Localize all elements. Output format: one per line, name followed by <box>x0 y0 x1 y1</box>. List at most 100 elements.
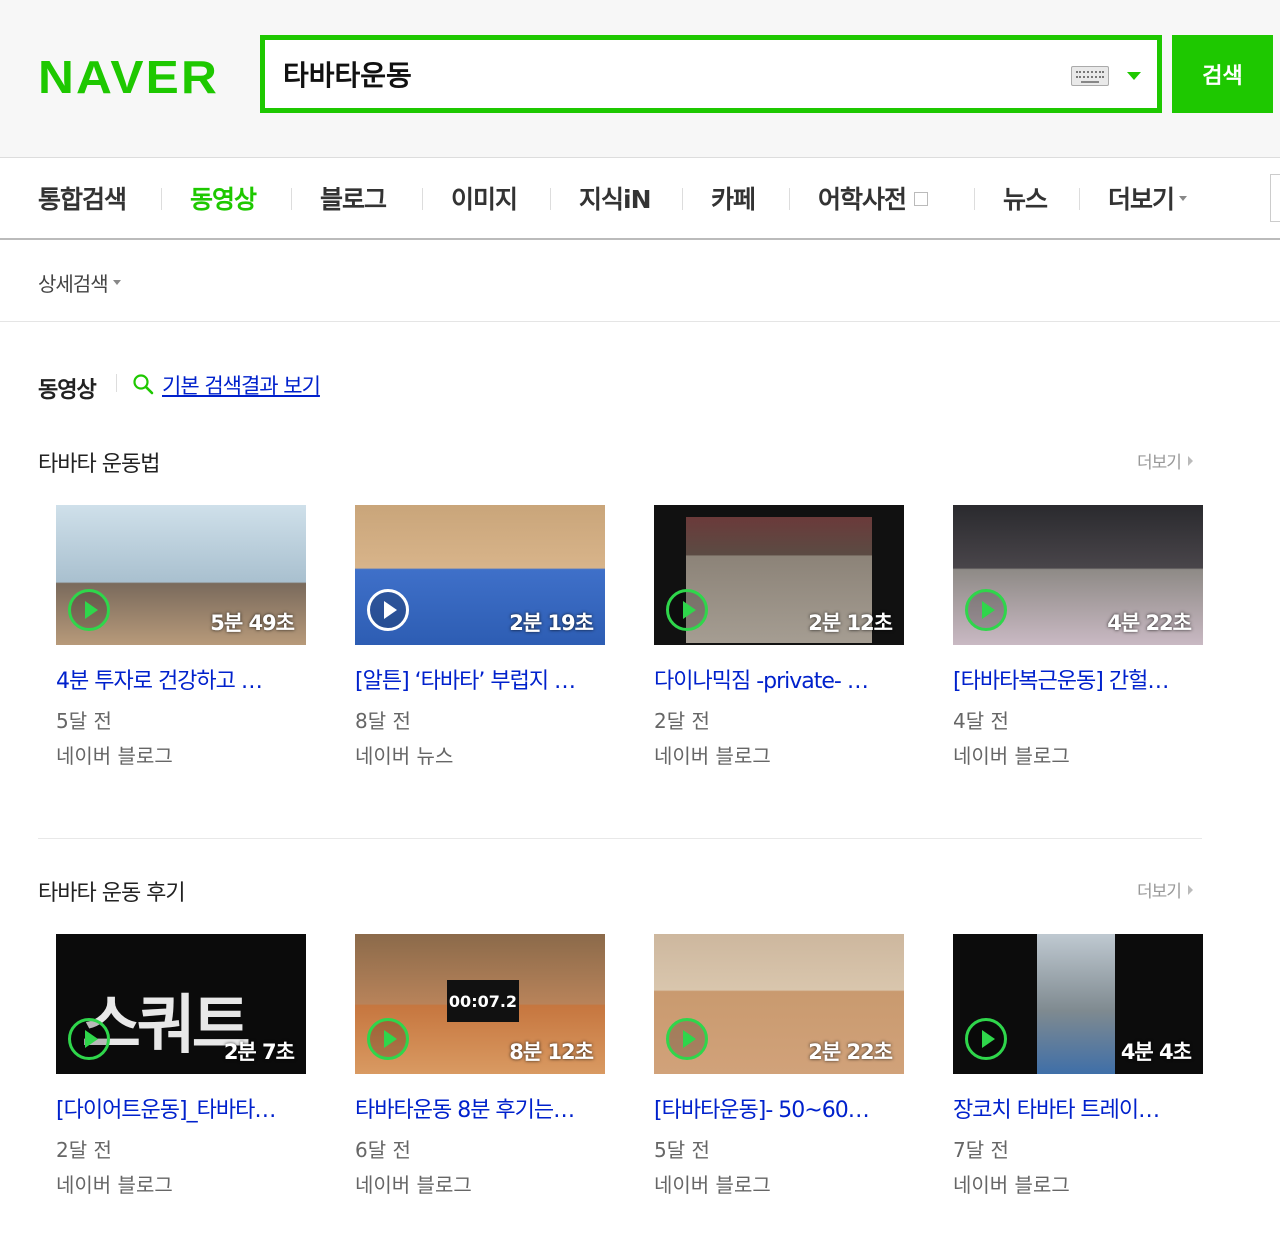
video-title[interactable]: [알튼] ‘타바타’ 부럽지 … <box>355 663 605 695</box>
video-thumbnail[interactable]: 5분 49초 <box>56 505 306 645</box>
tab-divider <box>550 188 551 210</box>
section-divider <box>116 374 117 392</box>
tab-dictionary[interactable]: 어학사전 <box>818 180 929 216</box>
video-card[interactable]: 00:07.2 8분 12초 타바타운동 8분 후기는… 6달 전 네이버 블로… <box>355 934 605 1197</box>
section-title: 동영상 <box>38 378 97 403</box>
search-input[interactable] <box>283 54 1043 94</box>
search-icon <box>133 374 154 395</box>
arrow-right-icon <box>1187 456 1193 466</box>
tab-video[interactable]: 동영상 <box>190 180 257 216</box>
video-thumbnail[interactable]: 4분 4초 <box>953 934 1203 1074</box>
video-title[interactable]: 다이나믹짐 -private- … <box>654 663 904 695</box>
detail-search-label: 상세검색 <box>38 272 109 296</box>
caret-down-icon <box>112 280 121 285</box>
duration-badge: 5분 49초 <box>210 611 295 635</box>
video-thumbnail[interactable]: 2분 22초 <box>654 934 904 1074</box>
play-icon[interactable] <box>68 1018 110 1060</box>
video-card[interactable]: 스쿼트 2분 7초 [다이어트운동]_타바타… 2달 전 네이버 블로그 <box>56 934 306 1197</box>
tab-more[interactable]: 더보기 <box>1108 180 1188 216</box>
detail-search-toggle[interactable]: 상세검색 <box>38 268 121 297</box>
video-source: 네이버 블로그 <box>56 744 173 768</box>
duration-badge: 4분 4초 <box>1120 1040 1192 1064</box>
checkbox-icon <box>914 192 929 206</box>
search-box <box>260 35 1162 113</box>
more-link[interactable]: 더보기 <box>1137 448 1193 473</box>
tab-divider <box>974 188 975 210</box>
tab-image[interactable]: 이미지 <box>451 180 518 216</box>
video-age: 5달 전 <box>56 709 112 733</box>
video-thumbnail[interactable]: 스쿼트 2분 7초 <box>56 934 306 1074</box>
video-thumbnail[interactable]: 4분 22초 <box>953 505 1203 645</box>
thumbnail-caption: 스쿼트 <box>82 989 251 1063</box>
play-icon[interactable] <box>666 589 708 631</box>
duration-badge: 2분 22초 <box>808 1040 893 1064</box>
arrow-right-icon <box>1187 885 1193 895</box>
video-source: 네이버 블로그 <box>654 1173 771 1197</box>
video-title[interactable]: [다이어트운동]_타바타… <box>56 1092 306 1124</box>
video-age: 4달 전 <box>953 709 1009 733</box>
duration-badge: 2분 19초 <box>509 611 594 635</box>
video-card[interactable]: 2분 12초 다이나믹짐 -private- … 2달 전 네이버 블로그 <box>654 505 904 768</box>
tab-integrated[interactable]: 통합검색 <box>38 180 127 216</box>
tab-divider <box>422 188 423 210</box>
video-card[interactable]: 5분 49초 4분 투자로 건강하고 … 5달 전 네이버 블로그 <box>56 505 306 768</box>
video-title[interactable]: 4분 투자로 건강하고 … <box>56 663 306 695</box>
tab-blog[interactable]: 블로그 <box>320 180 387 216</box>
play-icon[interactable] <box>965 1018 1007 1060</box>
video-title[interactable]: [타바타복근운동] 간헐… <box>953 663 1203 695</box>
video-source: 네이버 블로그 <box>654 744 771 768</box>
keyboard-icon[interactable] <box>1071 66 1109 86</box>
video-title[interactable]: 타바타운동 8분 후기는… <box>355 1092 605 1124</box>
video-card[interactable]: 4분 22초 [타바타복근운동] 간헐… 4달 전 네이버 블로그 <box>953 505 1203 768</box>
thumbnail-timer: 00:07.2 <box>447 980 519 1022</box>
more-link[interactable]: 더보기 <box>1137 877 1193 902</box>
video-title[interactable]: 장코치 타바타 트레이… <box>953 1092 1203 1124</box>
tab-news[interactable]: 뉴스 <box>1003 180 1048 216</box>
tab-divider <box>161 188 162 210</box>
video-age: 2달 전 <box>654 709 710 733</box>
header: NAVER 검색 <box>0 0 1280 158</box>
video-source: 네이버 블로그 <box>953 744 1070 768</box>
play-icon[interactable] <box>68 589 110 631</box>
search-tabs: 통합검색 동영상 블로그 이미지 지식iN 카페 어학사전 뉴스 더보기 <box>0 158 1280 240</box>
video-card[interactable]: 2분 19초 [알튼] ‘타바타’ 부럽지 … 8달 전 네이버 뉴스 <box>355 505 605 768</box>
play-icon[interactable] <box>965 589 1007 631</box>
video-card[interactable]: 4분 4초 장코치 타바타 트레이… 7달 전 네이버 블로그 <box>953 934 1203 1197</box>
tab-divider <box>291 188 292 210</box>
video-age: 6달 전 <box>355 1138 411 1162</box>
video-title[interactable]: [타바타운동]- 50~60… <box>654 1092 904 1124</box>
duration-badge: 2분 7초 <box>223 1040 295 1064</box>
video-thumbnail[interactable]: 2분 12초 <box>654 505 904 645</box>
video-card[interactable]: 2분 22초 [타바타운동]- 50~60… 5달 전 네이버 블로그 <box>654 934 904 1197</box>
video-source: 네이버 블로그 <box>953 1173 1070 1197</box>
group-title: 타바타 운동 후기 <box>38 881 186 906</box>
play-icon[interactable] <box>666 1018 708 1060</box>
video-age: 8달 전 <box>355 709 411 733</box>
nav-scroll-edge <box>1270 174 1280 222</box>
naver-logo[interactable]: NAVER <box>38 50 219 104</box>
search-button[interactable]: 검색 <box>1172 35 1273 113</box>
tab-divider <box>682 188 683 210</box>
tab-divider <box>1079 188 1080 210</box>
autocomplete-toggle-icon[interactable] <box>1127 72 1141 80</box>
options-bar: 상세검색 <box>0 240 1280 322</box>
play-icon[interactable] <box>367 1018 409 1060</box>
video-thumbnail[interactable]: 2분 19초 <box>355 505 605 645</box>
play-icon[interactable] <box>367 589 409 631</box>
tab-more-label: 더보기 <box>1108 185 1175 214</box>
video-thumbnail[interactable]: 00:07.2 8분 12초 <box>355 934 605 1074</box>
video-age: 7달 전 <box>953 1138 1009 1162</box>
tab-kin[interactable]: 지식iN <box>579 180 651 216</box>
video-source: 네이버 뉴스 <box>355 744 454 768</box>
group-title: 타바타 운동법 <box>38 452 160 477</box>
duration-badge: 4분 22초 <box>1107 611 1192 635</box>
video-source: 네이버 블로그 <box>56 1173 173 1197</box>
basic-results-link[interactable]: 기본 검색결과 보기 <box>162 370 321 400</box>
group-divider <box>38 838 1202 839</box>
caret-down-icon <box>1179 195 1188 201</box>
tab-cafe[interactable]: 카페 <box>711 180 756 216</box>
tab-dictionary-label: 어학사전 <box>818 185 907 214</box>
duration-badge: 8분 12초 <box>509 1040 594 1064</box>
video-age: 2달 전 <box>56 1138 112 1162</box>
tab-divider <box>789 188 790 210</box>
